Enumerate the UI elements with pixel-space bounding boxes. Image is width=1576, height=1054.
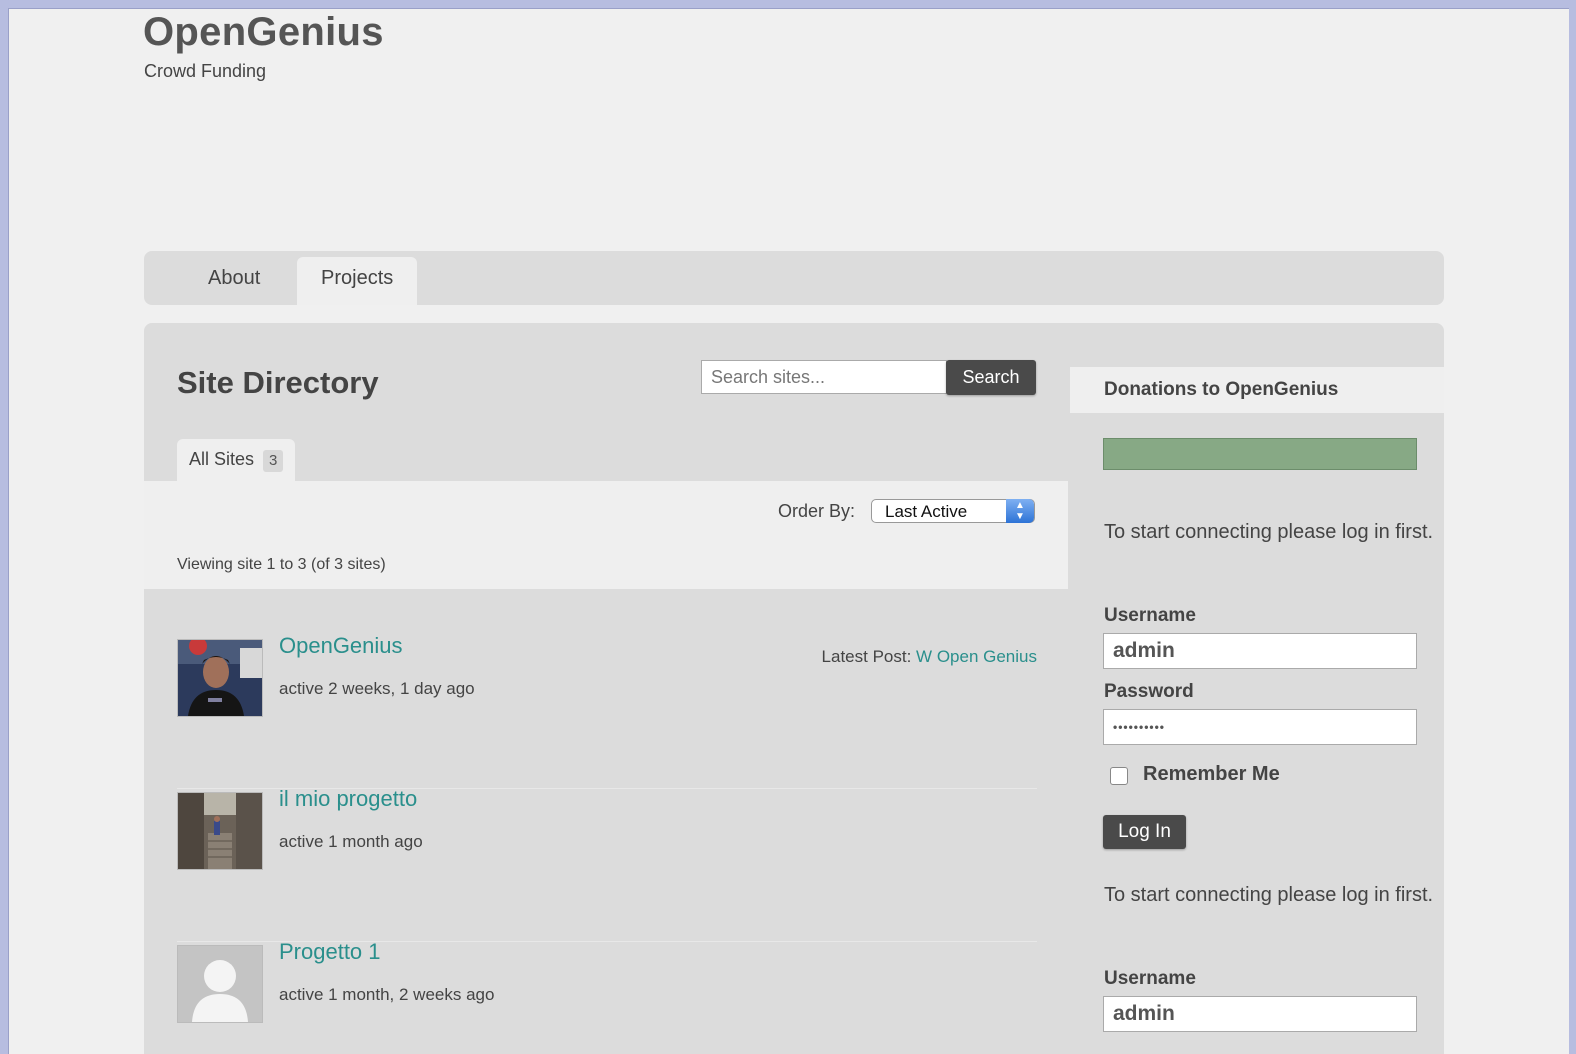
username-label: Username: [1104, 605, 1196, 626]
default-avatar-icon[interactable]: [177, 945, 263, 1023]
password-label: Password: [1104, 681, 1194, 702]
latest-post-label: Latest Post:: [821, 647, 912, 666]
latest-post-link[interactable]: W Open Genius: [916, 647, 1037, 666]
site-avatar[interactable]: [177, 792, 263, 870]
site-name-link[interactable]: Progetto 1: [279, 939, 381, 965]
tab-count-badge: 3: [263, 450, 284, 472]
site-name-link[interactable]: il mio progetto: [279, 786, 417, 812]
list-item: OpenGenius active 2 weeks, 1 day ago Lat…: [177, 633, 1037, 789]
page-title: Site Directory: [177, 365, 379, 400]
nav-item-projects[interactable]: Projects: [297, 257, 418, 305]
remember-me-label[interactable]: Remember Me: [1143, 763, 1280, 786]
site-name-link[interactable]: OpenGenius: [279, 633, 403, 659]
donations-header: Donations to OpenGenius: [1070, 367, 1444, 413]
pagination-count: Viewing site 1 to 3 (of 3 sites): [177, 556, 386, 573]
list-item: il mio progetto active 1 month ago: [177, 786, 1037, 942]
remember-me-checkbox[interactable]: [1110, 767, 1128, 785]
connect-message: To start connecting please log in first.: [1104, 884, 1434, 906]
donations-title: Donations to OpenGenius: [1104, 379, 1339, 400]
latest-post: Latest Post: W Open Genius: [822, 647, 1037, 667]
page-frame: OpenGenius Crowd Funding About Projects …: [8, 8, 1569, 1054]
search-input[interactable]: [701, 360, 947, 394]
select-arrows-icon: ▲ ▼: [1006, 499, 1034, 523]
login-button[interactable]: Log In: [1103, 815, 1186, 849]
site-avatar[interactable]: [177, 639, 263, 717]
tab-label: All Sites: [189, 449, 255, 469]
list-item: Progetto 1 active 1 month, 2 weeks ago: [177, 939, 1037, 1054]
order-by-select[interactable]: Last Active ▲ ▼: [871, 499, 1035, 523]
username-field[interactable]: [1103, 996, 1417, 1032]
site-activity: active 2 weeks, 1 day ago: [279, 679, 475, 698]
main-content: Site Directory Search All Sites 3 Order …: [144, 323, 1444, 1054]
site-activity: active 1 month ago: [279, 832, 423, 851]
username-field[interactable]: [1103, 633, 1417, 669]
site-title[interactable]: OpenGenius: [143, 10, 384, 55]
password-field[interactable]: [1103, 709, 1417, 745]
order-by-value: Last Active: [885, 502, 968, 521]
tab-all-sites[interactable]: All Sites 3: [177, 439, 296, 481]
username-label: Username: [1104, 968, 1196, 989]
search-button[interactable]: Search: [946, 360, 1036, 395]
order-by-label: Order By:: [778, 501, 856, 521]
donation-progress-bar: [1103, 438, 1417, 470]
filter-bar: Order By: Last Active ▲ ▼ Viewing site 1 …: [144, 481, 1068, 589]
site-activity: active 1 month, 2 weeks ago: [279, 985, 495, 1004]
site-tagline: Crowd Funding: [144, 61, 267, 81]
nav-item-about[interactable]: About: [184, 257, 284, 305]
main-nav: About Projects: [144, 251, 1444, 305]
connect-message: To start connecting please log in first.: [1104, 521, 1434, 543]
